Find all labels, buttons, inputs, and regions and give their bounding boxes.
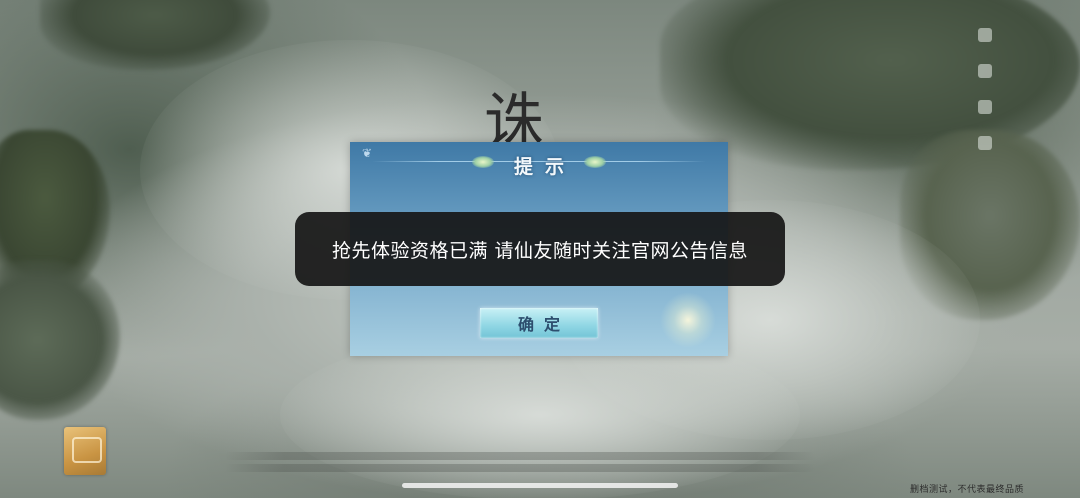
ornament-icon	[584, 156, 606, 168]
age-rating-badge-icon	[64, 427, 106, 475]
hud-icon	[978, 100, 992, 114]
home-indicator-bar[interactable]	[402, 483, 678, 488]
toast-message: 抢先体验资格已满 请仙友随时关注官网公告信息	[331, 239, 749, 262]
blurred-disclaimer-line	[225, 464, 815, 472]
hud-icon	[978, 136, 992, 150]
footer-note: 删档测试，不代表最终品质	[909, 485, 1024, 495]
floating-rock	[40, 0, 270, 70]
confirm-button[interactable]: 确定	[480, 308, 598, 338]
blurred-disclaimer-line	[225, 452, 815, 460]
side-hud-icons	[970, 28, 1000, 172]
dialog-title-frame: 提示	[468, 148, 610, 178]
butterfly-icon: ❦	[362, 146, 373, 160]
toast-notification: 抢先体验资格已满 请仙友随时关注官网公告信息	[295, 212, 785, 286]
hud-icon	[978, 64, 992, 78]
floating-rock	[0, 260, 120, 420]
flower-decoration-icon	[660, 292, 716, 348]
hud-icon	[978, 28, 992, 42]
